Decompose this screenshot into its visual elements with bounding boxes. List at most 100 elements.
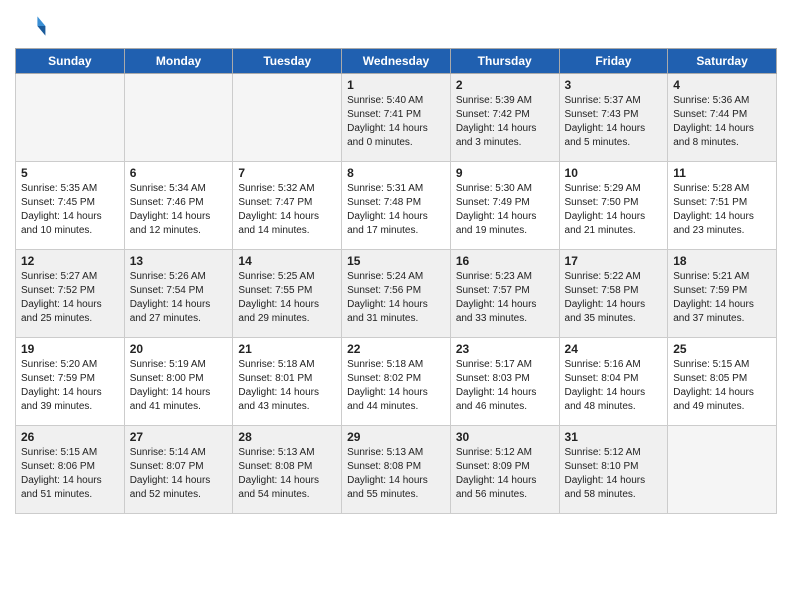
calendar-week-row: 1 Sunrise: 5:40 AMSunset: 7:41 PMDaylight…	[16, 74, 777, 162]
calendar-cell: 29 Sunrise: 5:13 AMSunset: 8:08 PMDayligh…	[342, 426, 451, 514]
day-number: 16	[456, 254, 554, 268]
calendar-cell: 26 Sunrise: 5:15 AMSunset: 8:06 PMDayligh…	[16, 426, 125, 514]
day-info: Sunrise: 5:15 AMSunset: 8:06 PMDaylight:…	[21, 446, 119, 502]
day-number: 21	[238, 342, 336, 356]
calendar-cell: 31 Sunrise: 5:12 AMSunset: 8:10 PMDayligh…	[559, 426, 668, 514]
day-number: 18	[673, 254, 771, 268]
day-info: Sunrise: 5:29 AMSunset: 7:50 PMDaylight:…	[565, 182, 663, 238]
day-number: 9	[456, 166, 554, 180]
calendar-cell: 22Sunrise: 5:18 AMSunset: 8:02 PMDayligh…	[342, 338, 451, 426]
day-number: 20	[130, 342, 228, 356]
weekday-header: Tuesday	[233, 49, 342, 74]
day-number: 24	[565, 342, 663, 356]
weekday-header: Monday	[124, 49, 233, 74]
day-info: Sunrise: 5:17 AMSunset: 8:03 PMDaylight:…	[456, 358, 554, 414]
day-info: Sunrise: 5:15 AMSunset: 8:05 PMDaylight:…	[673, 358, 771, 414]
day-info: Sunrise: 5:40 AMSunset: 7:41 PMDaylight:…	[347, 94, 445, 150]
calendar-cell: 17 Sunrise: 5:22 AMSunset: 7:58 PMDayligh…	[559, 250, 668, 338]
day-info: Sunrise: 5:16 AMSunset: 8:04 PMDaylight:…	[565, 358, 663, 414]
day-info: Sunrise: 5:31 AMSunset: 7:48 PMDaylight:…	[347, 182, 445, 238]
weekday-header: Sunday	[16, 49, 125, 74]
day-info: Sunrise: 5:39 AMSunset: 7:42 PMDaylight:…	[456, 94, 554, 150]
calendar-week-row: 5 Sunrise: 5:35 AMSunset: 7:45 PMDaylight…	[16, 162, 777, 250]
weekday-header: Wednesday	[342, 49, 451, 74]
day-number: 25	[673, 342, 771, 356]
day-number: 6	[130, 166, 228, 180]
calendar-cell: 9 Sunrise: 5:30 AMSunset: 7:49 PMDaylight…	[450, 162, 559, 250]
day-info: Sunrise: 5:13 AMSunset: 8:08 PMDaylight:…	[238, 446, 336, 502]
calendar-cell: 14 Sunrise: 5:25 AMSunset: 7:55 PMDayligh…	[233, 250, 342, 338]
day-number: 13	[130, 254, 228, 268]
calendar-cell: 25 Sunrise: 5:15 AMSunset: 8:05 PMDayligh…	[668, 338, 777, 426]
calendar-week-row: 19 Sunrise: 5:20 AMSunset: 7:59 PMDayligh…	[16, 338, 777, 426]
day-number: 3	[565, 78, 663, 92]
calendar-cell: 19 Sunrise: 5:20 AMSunset: 7:59 PMDayligh…	[16, 338, 125, 426]
page-header	[15, 10, 777, 42]
day-number: 2	[456, 78, 554, 92]
weekday-header: Saturday	[668, 49, 777, 74]
day-number: 29	[347, 430, 445, 444]
day-info: Sunrise: 5:27 AMSunset: 7:52 PMDaylight:…	[21, 270, 119, 326]
calendar-cell: 1 Sunrise: 5:40 AMSunset: 7:41 PMDaylight…	[342, 74, 451, 162]
day-number: 15	[347, 254, 445, 268]
calendar-week-row: 12 Sunrise: 5:27 AMSunset: 7:52 PMDayligh…	[16, 250, 777, 338]
day-info: Sunrise: 5:18 AMSunset: 8:02 PMDaylight:…	[347, 358, 445, 414]
day-number: 30	[456, 430, 554, 444]
day-info: Sunrise: 5:18 AMSunset: 8:01 PMDaylight:…	[238, 358, 336, 414]
day-info: Sunrise: 5:34 AMSunset: 7:46 PMDaylight:…	[130, 182, 228, 238]
day-number: 4	[673, 78, 771, 92]
day-number: 11	[673, 166, 771, 180]
day-number: 12	[21, 254, 119, 268]
calendar-cell	[233, 74, 342, 162]
calendar-cell: 27 Sunrise: 5:14 AMSunset: 8:07 PMDayligh…	[124, 426, 233, 514]
day-info: Sunrise: 5:19 AMSunset: 8:00 PMDaylight:…	[130, 358, 228, 414]
day-number: 5	[21, 166, 119, 180]
day-info: Sunrise: 5:14 AMSunset: 8:07 PMDaylight:…	[130, 446, 228, 502]
day-info: Sunrise: 5:28 AMSunset: 7:51 PMDaylight:…	[673, 182, 771, 238]
day-info: Sunrise: 5:26 AMSunset: 7:54 PMDaylight:…	[130, 270, 228, 326]
calendar-table: SundayMondayTuesdayWednesdayThursdayFrid…	[15, 48, 777, 514]
calendar-cell: 11 Sunrise: 5:28 AMSunset: 7:51 PMDayligh…	[668, 162, 777, 250]
day-info: Sunrise: 5:13 AMSunset: 8:08 PMDaylight:…	[347, 446, 445, 502]
day-number: 10	[565, 166, 663, 180]
day-info: Sunrise: 5:12 AMSunset: 8:09 PMDaylight:…	[456, 446, 554, 502]
day-number: 31	[565, 430, 663, 444]
day-info: Sunrise: 5:23 AMSunset: 7:57 PMDaylight:…	[456, 270, 554, 326]
calendar-week-row: 26 Sunrise: 5:15 AMSunset: 8:06 PMDayligh…	[16, 426, 777, 514]
logo	[15, 10, 51, 42]
logo-icon	[15, 10, 47, 42]
calendar-cell: 16 Sunrise: 5:23 AMSunset: 7:57 PMDayligh…	[450, 250, 559, 338]
calendar-cell: 24 Sunrise: 5:16 AMSunset: 8:04 PMDayligh…	[559, 338, 668, 426]
day-number: 1	[347, 78, 445, 92]
day-number: 28	[238, 430, 336, 444]
day-info: Sunrise: 5:30 AMSunset: 7:49 PMDaylight:…	[456, 182, 554, 238]
day-info: Sunrise: 5:35 AMSunset: 7:45 PMDaylight:…	[21, 182, 119, 238]
day-info: Sunrise: 5:32 AMSunset: 7:47 PMDaylight:…	[238, 182, 336, 238]
calendar-cell: 10 Sunrise: 5:29 AMSunset: 7:50 PMDayligh…	[559, 162, 668, 250]
day-info: Sunrise: 5:24 AMSunset: 7:56 PMDaylight:…	[347, 270, 445, 326]
calendar-header-row: SundayMondayTuesdayWednesdayThursdayFrid…	[16, 49, 777, 74]
calendar-cell: 28 Sunrise: 5:13 AMSunset: 8:08 PMDayligh…	[233, 426, 342, 514]
day-info: Sunrise: 5:36 AMSunset: 7:44 PMDaylight:…	[673, 94, 771, 150]
calendar-body: 1 Sunrise: 5:40 AMSunset: 7:41 PMDaylight…	[16, 74, 777, 514]
calendar-cell	[16, 74, 125, 162]
day-info: Sunrise: 5:22 AMSunset: 7:58 PMDaylight:…	[565, 270, 663, 326]
day-info: Sunrise: 5:21 AMSunset: 7:59 PMDaylight:…	[673, 270, 771, 326]
day-info: Sunrise: 5:25 AMSunset: 7:55 PMDaylight:…	[238, 270, 336, 326]
day-number: 14	[238, 254, 336, 268]
calendar-cell	[668, 426, 777, 514]
calendar-cell	[124, 74, 233, 162]
calendar-cell: 7Sunrise: 5:32 AMSunset: 7:47 PMDaylight…	[233, 162, 342, 250]
weekday-header: Thursday	[450, 49, 559, 74]
day-number: 19	[21, 342, 119, 356]
calendar-cell: 13 Sunrise: 5:26 AMSunset: 7:54 PMDayligh…	[124, 250, 233, 338]
day-number: 17	[565, 254, 663, 268]
calendar-cell: 15 Sunrise: 5:24 AMSunset: 7:56 PMDayligh…	[342, 250, 451, 338]
day-number: 27	[130, 430, 228, 444]
day-info: Sunrise: 5:12 AMSunset: 8:10 PMDaylight:…	[565, 446, 663, 502]
calendar-cell: 23Sunrise: 5:17 AMSunset: 8:03 PMDayligh…	[450, 338, 559, 426]
day-number: 8	[347, 166, 445, 180]
day-info: Sunrise: 5:37 AMSunset: 7:43 PMDaylight:…	[565, 94, 663, 150]
day-number: 26	[21, 430, 119, 444]
day-info: Sunrise: 5:20 AMSunset: 7:59 PMDaylight:…	[21, 358, 119, 414]
